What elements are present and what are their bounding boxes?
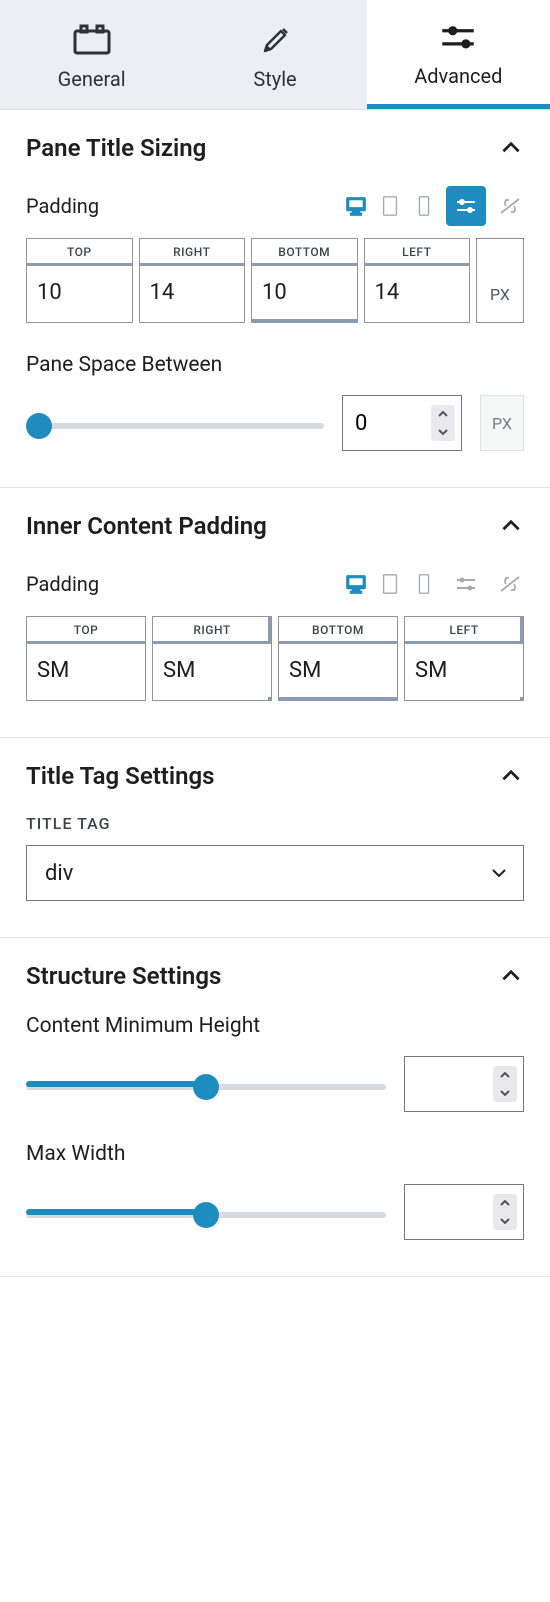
chevron-down-icon	[489, 863, 509, 883]
mobile-icon[interactable]	[412, 194, 436, 218]
tab-label: Style	[253, 67, 296, 91]
max-width-input[interactable]	[405, 1200, 476, 1224]
tablet-icon[interactable]	[378, 194, 402, 218]
chevron-up-icon	[498, 763, 524, 789]
padding-top-box: TOP	[26, 238, 133, 323]
content-min-height-slider[interactable]	[26, 1084, 386, 1090]
padding-top-input[interactable]	[27, 266, 132, 319]
max-width-control: Max Width	[26, 1142, 524, 1240]
settings-tabs: General Style Advanced	[0, 0, 550, 110]
title-tag-select[interactable]: div	[26, 845, 524, 901]
tab-advanced[interactable]: Advanced	[367, 0, 550, 109]
section-pane-title-sizing: Pane Title Sizing Padding TOP	[0, 110, 550, 488]
pane-space-between-number[interactable]	[342, 395, 462, 451]
desktop-icon[interactable]	[344, 194, 368, 218]
tab-general[interactable]: General	[0, 0, 183, 109]
title-tag-label: TITLE TAG	[26, 814, 524, 833]
padding-right-label: RIGHT	[153, 617, 271, 644]
padding-top-label: TOP	[27, 239, 132, 266]
padding-bottom-input[interactable]	[252, 266, 357, 319]
padding-left-label: LEFT	[405, 617, 523, 644]
content-min-height-input[interactable]	[405, 1072, 476, 1096]
chevron-up-icon	[498, 963, 524, 989]
padding-right-box: RIGHT	[152, 616, 272, 701]
padding-label: Padding	[26, 194, 99, 218]
padding-top-box: TOP	[26, 616, 146, 701]
max-width-label: Max Width	[26, 1142, 524, 1166]
section-title: Title Tag Settings	[26, 762, 215, 790]
max-width-number[interactable]	[404, 1184, 524, 1240]
title-tag-value: div	[45, 861, 73, 886]
pane-space-between-slider[interactable]	[26, 423, 324, 429]
chevron-up-icon	[498, 135, 524, 161]
padding-left-box: LEFT	[404, 616, 524, 701]
section-header-structure[interactable]: Structure Settings	[26, 962, 524, 990]
sliders-toggle[interactable]	[446, 186, 486, 226]
style-icon	[254, 23, 296, 55]
pane-space-between-input[interactable]	[343, 411, 414, 436]
padding-left-box: LEFT	[364, 238, 471, 323]
pane-space-between-control: Pane Space Between PX	[26, 353, 524, 451]
padding-unit-selector[interactable]: PX	[476, 238, 524, 323]
tab-label: Advanced	[414, 64, 502, 88]
padding-right-label: RIGHT	[140, 239, 245, 266]
content-min-height-number[interactable]	[404, 1056, 524, 1112]
padding-top-input[interactable]	[27, 644, 145, 697]
padding-left-label: LEFT	[365, 239, 470, 266]
padding-top-label: TOP	[27, 617, 145, 644]
chevron-up-icon	[498, 513, 524, 539]
number-stepper[interactable]	[431, 405, 455, 441]
tablet-icon[interactable]	[378, 572, 402, 596]
number-stepper[interactable]	[493, 1066, 517, 1102]
padding-inputs: TOP RIGHT BOTTOM LEFT PX	[26, 238, 524, 323]
padding-label: Padding	[26, 572, 99, 596]
pane-space-between-label: Pane Space Between	[26, 353, 524, 377]
desktop-icon[interactable]	[344, 572, 368, 596]
content-min-height-control: Content Minimum Height	[26, 1014, 524, 1112]
padding-bottom-label: BOTTOM	[252, 239, 357, 266]
padding-right-input[interactable]	[153, 644, 271, 697]
general-icon	[71, 23, 113, 55]
padding-bottom-box: BOTTOM	[251, 238, 358, 323]
section-title: Inner Content Padding	[26, 512, 267, 540]
content-min-height-label: Content Minimum Height	[26, 1014, 524, 1038]
device-switcher	[344, 564, 524, 604]
inner-padding-inputs: TOP RIGHT BOTTOM LEFT	[26, 616, 524, 701]
unlink-icon[interactable]	[496, 570, 524, 598]
padding-right-input[interactable]	[140, 266, 245, 319]
tab-style[interactable]: Style	[183, 0, 366, 109]
section-title-tag-settings: Title Tag Settings TITLE TAG div	[0, 738, 550, 938]
section-title: Pane Title Sizing	[26, 134, 206, 162]
padding-left-input[interactable]	[365, 266, 470, 319]
device-switcher	[344, 186, 524, 226]
padding-left-input[interactable]	[405, 644, 523, 697]
advanced-icon	[437, 20, 479, 52]
section-header-pane-title-sizing[interactable]: Pane Title Sizing	[26, 134, 524, 162]
tab-label: General	[58, 67, 126, 91]
number-stepper[interactable]	[493, 1194, 517, 1230]
mobile-icon[interactable]	[412, 572, 436, 596]
section-structure-settings: Structure Settings Content Minimum Heigh…	[0, 938, 550, 1277]
max-width-slider[interactable]	[26, 1212, 386, 1218]
section-header-title-tag[interactable]: Title Tag Settings	[26, 762, 524, 790]
padding-bottom-input[interactable]	[279, 644, 397, 697]
padding-right-box: RIGHT	[139, 238, 246, 323]
unlink-icon[interactable]	[496, 192, 524, 220]
section-title: Structure Settings	[26, 962, 221, 990]
padding-bottom-label: BOTTOM	[279, 617, 397, 644]
section-inner-content-padding: Inner Content Padding Padding	[0, 488, 550, 738]
space-between-unit[interactable]: PX	[480, 395, 524, 451]
padding-bottom-box: BOTTOM	[278, 616, 398, 701]
sliders-toggle[interactable]	[446, 564, 486, 604]
section-header-inner-content-padding[interactable]: Inner Content Padding	[26, 512, 524, 540]
